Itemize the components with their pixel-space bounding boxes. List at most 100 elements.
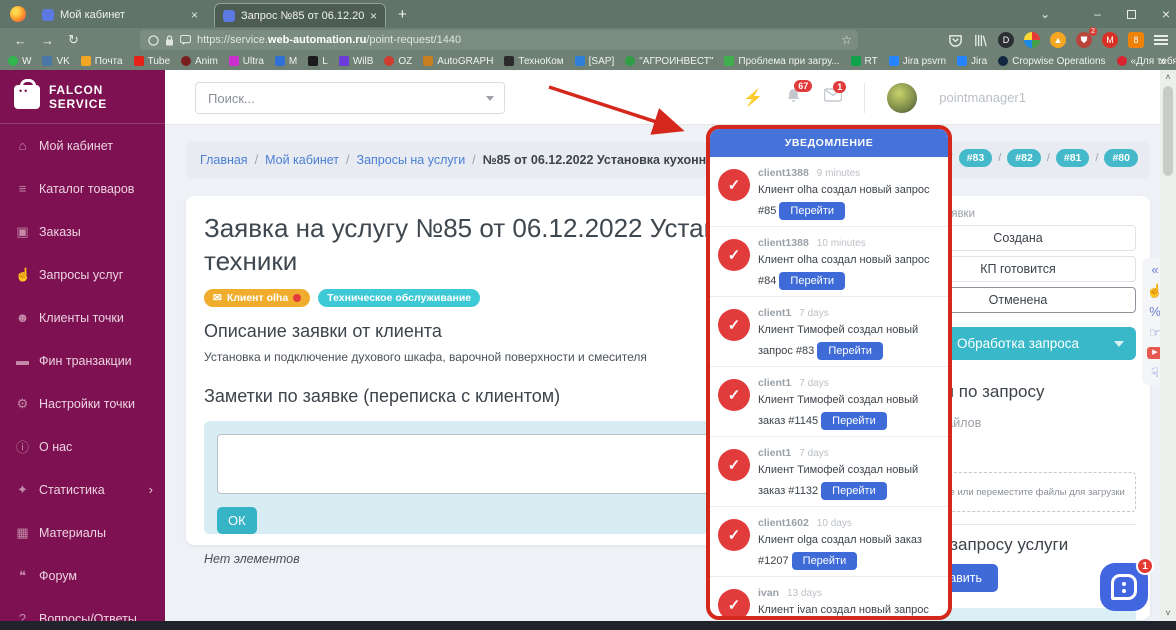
tab-close-icon[interactable]: ×	[191, 8, 198, 22]
scroll-up-icon[interactable]: ˄	[1160, 70, 1176, 84]
service-type-badge[interactable]: Техническое обслуживание	[318, 288, 481, 307]
go-to-button[interactable]: Перейти	[821, 481, 887, 500]
notification-item[interactable]: ✓ client1388 9 minutes Клиент olha создал…	[710, 157, 948, 227]
hand-down-icon[interactable]: ☟	[1151, 366, 1159, 380]
firefox-icon[interactable]	[10, 6, 26, 22]
sidebar-item-point-clients[interactable]: ☻ Клиенты точки	[0, 296, 165, 339]
sidebar-item-service-requests[interactable]: ☝ Запросы услуг	[0, 253, 165, 296]
bookmark[interactable]: [SAP]	[574, 56, 614, 67]
notification-item[interactable]: ✓ ivan 13 days Клиент ivan создал новый з…	[710, 577, 948, 616]
go-to-button[interactable]: Перейти	[821, 411, 887, 430]
search-input[interactable]	[196, 90, 486, 106]
bookmark[interactable]: AutoGRAPH	[423, 56, 493, 67]
bookmark[interactable]: Jira psvrn	[888, 56, 946, 67]
go-to-button[interactable]: Перейти	[779, 271, 846, 290]
client-badge[interactable]: Клиент olha	[204, 288, 311, 307]
adblock-shield-icon[interactable]: ⛊ 2	[1076, 27, 1097, 48]
go-to-button[interactable]: Перейти	[779, 201, 846, 220]
brand-logo[interactable]: FALCON SERVICE	[0, 70, 165, 124]
search-dropdown-caret-icon[interactable]	[486, 95, 494, 101]
sidebar-item-point-settings[interactable]: ⚙ Настройки точки	[0, 382, 165, 425]
bookmark[interactable]: "АГРОИНВЕСТ"	[625, 56, 713, 67]
bookmark[interactable]: WilB	[338, 56, 373, 67]
sidebar-item-orders[interactable]: ▣ Заказы	[0, 210, 165, 253]
messages-button[interactable]: 1	[824, 81, 847, 107]
sidebar-item-catalog[interactable]: ≡ Каталог товаров	[0, 167, 165, 210]
browser-tab-2-active[interactable]: Запрос №85 от 06.12.2022 Уст ×	[214, 3, 386, 27]
extension-colors-icon[interactable]	[1024, 32, 1040, 48]
sidebar-item-fin-transactions[interactable]: ▬ Фин транзакции	[0, 339, 165, 382]
bookmark[interactable]: Почта	[80, 56, 123, 67]
sidebar-item-about[interactable]: ⓘ О нас	[0, 425, 165, 468]
extension-flame-icon[interactable]: ▲	[1050, 32, 1066, 48]
tag-82[interactable]: #82	[1007, 149, 1041, 167]
collapse-icon[interactable]: «	[1151, 263, 1158, 277]
back-button[interactable]: ←	[14, 33, 27, 48]
go-to-button[interactable]: Перейти	[791, 551, 858, 570]
minimize-button[interactable]: –	[1094, 7, 1101, 21]
sidebar-item-forum[interactable]: ❝ Форум	[0, 554, 165, 597]
breadcrumb-link-cabinet[interactable]: Мой кабинет	[265, 153, 339, 167]
notification-item[interactable]: ✓ client1388 10 minutes Клиент olha созда…	[710, 227, 948, 297]
bookmark[interactable]: Jira	[957, 56, 987, 67]
bookmark[interactable]: W	[8, 56, 31, 67]
tracking-shield-icon[interactable]	[148, 34, 159, 46]
breadcrumb-link-requests[interactable]: Запросы на услуги	[357, 153, 466, 167]
notifications-bell-button[interactable]: 67	[785, 79, 813, 109]
bookmark[interactable]: Cropwise Operations	[998, 56, 1106, 67]
new-tab-button[interactable]: +	[398, 6, 407, 23]
notification-user: ivan	[758, 586, 780, 599]
tag-83[interactable]: #83	[958, 149, 993, 167]
tab-close-icon[interactable]: ×	[370, 9, 377, 23]
ok-social-icon[interactable]: 8	[1128, 32, 1144, 48]
notification-item[interactable]: ✓ client1602 10 days Клиент olga создал н…	[710, 507, 948, 577]
url-bar[interactable]: https://service.web-automation.ru/point-…	[140, 30, 858, 50]
restore-button[interactable]	[1126, 9, 1136, 19]
list-tabs-chevron-icon[interactable]: ⌄	[1040, 7, 1050, 21]
notification-time: 10 days	[816, 517, 852, 529]
bookmark[interactable]: Anim	[181, 56, 218, 67]
bookmark[interactable]: OZ	[384, 56, 412, 67]
permissions-icon[interactable]	[180, 35, 191, 45]
bookmark-star-icon[interactable]: ☆	[841, 33, 852, 47]
breadcrumb-link-home[interactable]: Главная	[200, 153, 248, 167]
tag-81[interactable]: #81	[1055, 149, 1090, 167]
username[interactable]: pointmanager1	[939, 90, 1026, 105]
notification-item[interactable]: ✓ client1 7 days Клиент Тимофей создал но…	[710, 437, 948, 507]
bookmark[interactable]: VK	[42, 56, 70, 67]
forward-button[interactable]: →	[41, 33, 54, 48]
chat-widget-button[interactable]: 1	[1100, 557, 1154, 611]
tag-80[interactable]: #80	[1104, 149, 1138, 167]
sidebar-item-materials[interactable]: ▦ Материалы	[0, 511, 165, 554]
bookmark[interactable]: RT	[850, 56, 878, 67]
bookmark[interactable]: M	[274, 56, 297, 67]
bookmark[interactable]: Проблема при загру...	[724, 56, 840, 67]
reload-button[interactable]: ↻	[68, 32, 79, 48]
bookmarks-overflow-chevron[interactable]: »	[1159, 54, 1166, 68]
bookmark[interactable]: Ultra	[228, 56, 264, 67]
lock-icon[interactable]	[165, 34, 174, 46]
browser-tab-1[interactable]: Мой кабинет ×	[34, 3, 206, 27]
ok-button[interactable]: ОК	[217, 506, 257, 534]
sidebar-item-statistics[interactable]: ✦ Статистика ›	[0, 468, 165, 511]
lightning-icon[interactable]: ⚡	[743, 88, 763, 108]
scrollbar-thumb[interactable]	[1163, 86, 1173, 176]
bookmark[interactable]: «Для тебя, Бессмерт...	[1116, 56, 1176, 67]
pocket-icon[interactable]	[948, 33, 963, 48]
close-window-button[interactable]: ×	[1162, 6, 1170, 22]
library-icon[interactable]	[973, 33, 988, 48]
bookmark[interactable]: Tube	[133, 56, 170, 67]
extension-d-icon[interactable]: D	[998, 32, 1014, 48]
mail-extension-icon[interactable]: M	[1102, 32, 1118, 48]
global-search[interactable]	[195, 82, 505, 114]
notification-item[interactable]: ✓ client1 7 days Клиент Тимофей создал но…	[710, 367, 948, 437]
bookmark[interactable]: ТехноКом	[504, 56, 564, 67]
hamburger-menu-icon[interactable]	[1154, 35, 1168, 45]
bookmark[interactable]: L	[308, 56, 328, 67]
scroll-down-icon[interactable]: ˅	[1160, 606, 1176, 620]
go-to-button[interactable]: Перейти	[817, 341, 883, 360]
user-avatar[interactable]	[887, 82, 918, 113]
sidebar-item-my-cabinet[interactable]: ⌂ Мой кабинет	[0, 124, 165, 167]
notification-item[interactable]: ✓ client1 7 days Клиент Тимофей создал но…	[710, 297, 948, 367]
page-scrollbar[interactable]: ˄ ˅	[1160, 70, 1176, 622]
